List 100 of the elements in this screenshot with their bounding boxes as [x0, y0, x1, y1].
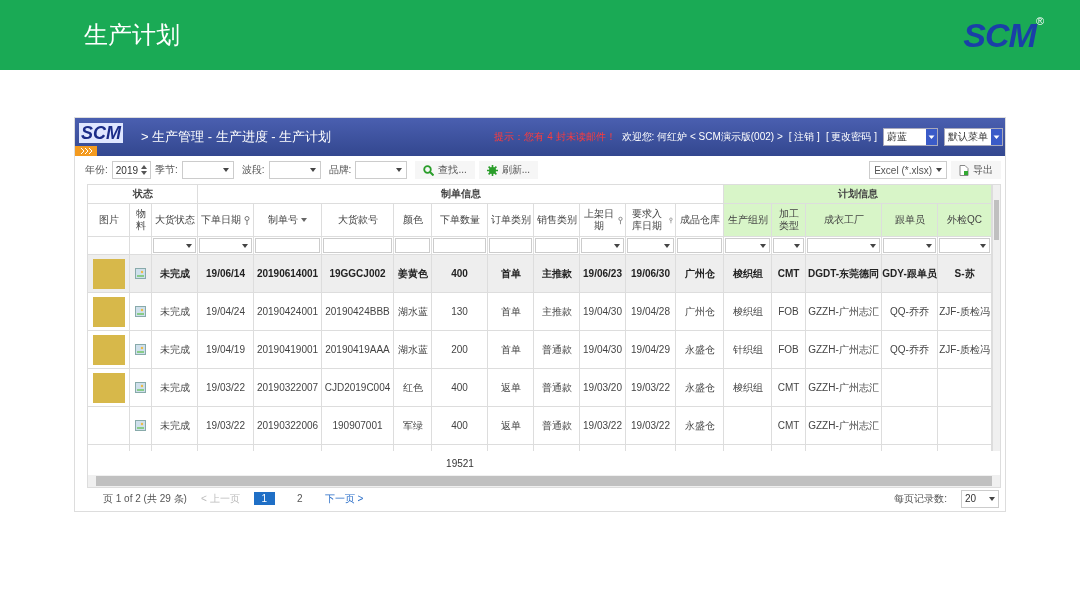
table-cell: 19/03/22: [631, 382, 670, 393]
page-number[interactable]: 2: [289, 492, 311, 505]
column-filter-field[interactable]: [323, 238, 392, 253]
table-row[interactable]: 未完成 19/06/14 20190614001 19GGCJ002 姜黄色 400 首单 主推款 19/06/23 19/06/30 广州仓 梭织组 CMT DGDT-东莞德同 GDY-跟单员 S-苏: [88, 255, 992, 293]
total-quantity: 19521: [446, 457, 474, 469]
column-header[interactable]: 制单号: [254, 204, 322, 237]
caret-icon[interactable]: [926, 129, 937, 145]
table-cell: CJD2019C004: [324, 382, 391, 393]
caret-icon[interactable]: [186, 243, 192, 248]
column-header[interactable]: 下单日期: [198, 204, 254, 237]
table-cell: 未完成: [159, 342, 190, 357]
group-header: 制单信息: [198, 185, 724, 204]
picture-icon[interactable]: [135, 306, 146, 317]
header-link[interactable]: [ 注销 ]: [788, 130, 820, 144]
caret-icon[interactable]: [936, 168, 942, 172]
document-icon: [959, 164, 969, 176]
refresh-button[interactable]: 刷新...: [478, 161, 539, 179]
caret-icon[interactable]: [794, 243, 800, 248]
filter-pin-icon[interactable]: [244, 215, 250, 225]
caret-icon[interactable]: [980, 243, 986, 248]
column-filter-field[interactable]: [255, 238, 320, 253]
column-header[interactable]: 下单数量: [432, 204, 488, 237]
table-cell: CMT: [777, 382, 800, 393]
picture-icon[interactable]: [135, 420, 146, 431]
column-header[interactable]: 图片: [88, 204, 130, 237]
table-cell: 200: [451, 344, 468, 355]
column-header[interactable]: 成衣工厂: [806, 204, 882, 237]
page-size-select[interactable]: 20: [961, 489, 999, 508]
filter-label: 季节:: [155, 163, 178, 177]
table-cell: CMT: [777, 420, 800, 431]
table-cell: 普通款: [541, 418, 572, 433]
column-filter-select[interactable]: [773, 238, 804, 253]
column-header[interactable]: 外检QC: [938, 204, 992, 237]
table-cell: 永盛仓: [684, 418, 715, 433]
column-header[interactable]: 颜色: [394, 204, 432, 237]
page-size-label: 每页记录数:: [894, 491, 947, 506]
column-header[interactable]: 生产组别: [724, 204, 772, 237]
table-row[interactable]: 未完成 19/04/24 20190424001 20190424BBB 湖水蓝 130 首单 主推款 19/04/30 19/04/28 广州仓 梭织组 FOB GZZH-广州志汇 QQ-乔乔 ZJF-质检冯: [88, 293, 992, 331]
picture-icon[interactable]: [135, 382, 146, 393]
column-filter-field[interactable]: [395, 238, 430, 253]
table-cell: 19/03/22: [206, 382, 245, 393]
table-cell: GZZH-广州志汇: [808, 304, 879, 319]
column-filter-field[interactable]: [433, 238, 486, 253]
caret-icon[interactable]: [664, 243, 670, 248]
column-header[interactable]: 销售类别: [534, 204, 580, 237]
picture-icon[interactable]: [135, 344, 146, 355]
table-cell: 主推款: [541, 304, 572, 319]
column-header[interactable]: 跟单员: [882, 204, 938, 237]
caret-icon[interactable]: [870, 243, 876, 248]
theme-select[interactable]: 蔚蓝: [883, 128, 938, 146]
table-row[interactable]: 未完成 19/03/22 20190322006 190907001 军绿 400 返单 普通款 19/03/22 19/03/22 永盛仓 CMT GZZH-广州志汇: [88, 407, 992, 445]
menu-select[interactable]: 默认菜单: [944, 128, 1003, 146]
column-header[interactable]: 大货款号: [322, 204, 394, 237]
caret-icon[interactable]: [396, 168, 403, 172]
column-header[interactable]: 上架日期: [580, 204, 626, 237]
horizontal-scrollbar[interactable]: [88, 475, 1000, 487]
column-header[interactable]: 物料: [130, 204, 152, 237]
column-header[interactable]: 要求入库日期: [626, 204, 676, 237]
column-header[interactable]: 大货状态: [152, 204, 198, 237]
caret-icon[interactable]: [989, 496, 995, 501]
column-filter-field[interactable]: [535, 238, 578, 253]
year-spinner[interactable]: 2019: [111, 161, 152, 179]
table-cell: GDY-跟单员: [882, 266, 937, 281]
caret-icon[interactable]: [222, 168, 229, 172]
caret-icon[interactable]: [242, 243, 248, 248]
column-header[interactable]: 加工类型: [772, 204, 806, 237]
column-header[interactable]: 订单类别: [488, 204, 534, 237]
column-filter-field[interactable]: [489, 238, 532, 253]
export-format-select[interactable]: Excel (*.xlsx): [869, 161, 947, 179]
filter-pin-icon[interactable]: [669, 215, 673, 225]
spinner-arrows-icon[interactable]: [141, 164, 148, 176]
search-button[interactable]: 查找...: [415, 161, 475, 179]
caret-icon[interactable]: [760, 243, 766, 248]
caret-icon[interactable]: [309, 168, 316, 172]
table-cell: 19/04/24: [206, 306, 245, 317]
column-filter-field[interactable]: [677, 238, 722, 253]
table-cell: 梭织组: [732, 266, 763, 281]
table-cell: 主推款: [541, 266, 572, 281]
export-button[interactable]: 导出: [951, 161, 1001, 179]
table-row[interactable]: 未完成 19/03/22 20190322007 CJD2019C004 红色 400 返单 普通款 19/03/20 19/03/22 永盛仓 梭织组 CMT GZZH-广州志汇: [88, 369, 992, 407]
header-link[interactable]: [ 更改密码 ]: [825, 130, 877, 144]
page-number[interactable]: 1: [253, 492, 276, 505]
picture-icon[interactable]: [135, 268, 146, 279]
caret-icon[interactable]: [926, 243, 932, 248]
chevrons-icon[interactable]: [75, 146, 97, 156]
table-cell: ZJF-质检冯: [939, 304, 990, 319]
table-cell: 400: [451, 420, 468, 431]
next-page-link[interactable]: 下一页 >: [324, 491, 364, 506]
table-row[interactable]: 未完成 19/04/19 20190419001 20190419AAA 湖水蓝 200 首单 普通款 19/04/30 19/04/29 永盛仓 针织组 FOB GZZH-广州志汇 QQ-乔乔 ZJF-质检冯: [88, 331, 992, 369]
table-cell: 广州仓: [684, 266, 715, 281]
table-cell: 广州仓: [684, 304, 715, 319]
table-cell: 返单: [500, 380, 521, 395]
filter-label: 波段:: [241, 163, 265, 177]
filter-pin-icon[interactable]: [618, 215, 623, 225]
vertical-scrollbar[interactable]: [992, 185, 1000, 451]
caret-icon[interactable]: [614, 243, 620, 248]
table-cell: GZZH-广州志汇: [808, 380, 879, 395]
caret-icon[interactable]: [991, 129, 1002, 145]
sort-caret-icon[interactable]: [301, 218, 307, 222]
table-cell: 普通款: [541, 380, 572, 395]
